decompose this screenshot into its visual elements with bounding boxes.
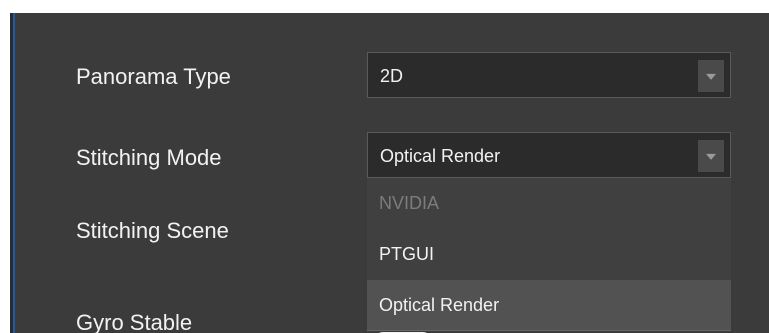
gyro-stable-label: Gyro Stable xyxy=(76,310,193,333)
stitching-scene-label: Stitching Scene xyxy=(76,218,229,243)
chevron-down-icon xyxy=(706,153,716,160)
panorama-type-label: Panorama Type xyxy=(76,64,231,89)
stitching-mode-option-optical-render[interactable]: Optical Render xyxy=(367,280,731,331)
settings-panel: Panorama Type 2D Stitching Mode Optical … xyxy=(10,13,769,333)
stitching-mode-select[interactable]: Optical Render xyxy=(367,132,731,178)
stitching-mode-dropdown-button[interactable] xyxy=(698,140,724,172)
stitching-mode-option-ptgui[interactable]: PTGUI xyxy=(367,229,731,280)
chevron-down-icon xyxy=(706,73,716,80)
stitching-mode-dropdown-list: NVIDIA PTGUI Optical Render xyxy=(367,178,731,331)
stitching-mode-option-nvidia: NVIDIA xyxy=(379,193,440,213)
panel-accent-edge xyxy=(13,13,15,333)
panorama-type-dropdown-button[interactable] xyxy=(698,60,724,92)
stitching-mode-value: Optical Render xyxy=(380,146,501,166)
stitching-mode-label: Stitching Mode xyxy=(76,145,222,170)
panorama-type-value: 2D xyxy=(380,66,404,86)
panorama-type-select[interactable]: 2D xyxy=(367,52,731,98)
